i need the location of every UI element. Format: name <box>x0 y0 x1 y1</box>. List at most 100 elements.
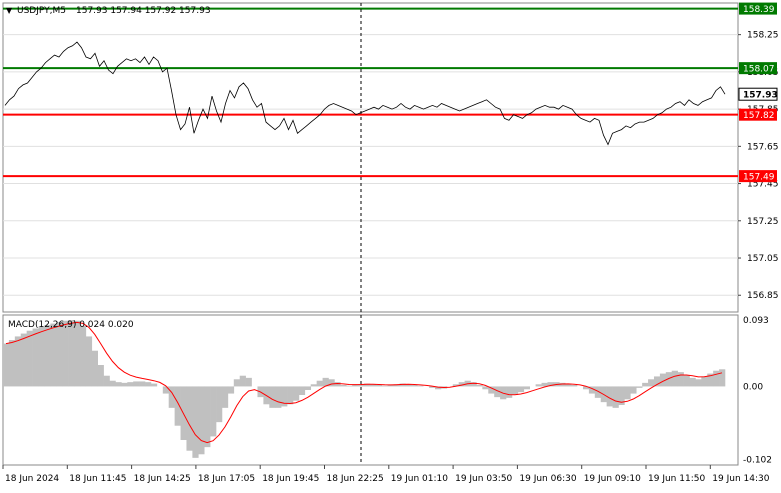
time-tick-label: 18 Jun 17:05 <box>198 474 255 484</box>
macd-histogram-bar <box>62 320 69 387</box>
macd-histogram-bar <box>44 325 51 387</box>
macd-histogram-bar <box>275 386 282 408</box>
macd-histogram-bar <box>269 386 276 408</box>
macd-histogram-bar <box>56 322 63 387</box>
macd-histogram-bar <box>239 375 246 387</box>
macd-histogram-bar <box>204 386 211 448</box>
macd-histogram-bar <box>79 325 87 387</box>
price-tick-label: 158.25 <box>747 31 779 41</box>
time-tick-label: 19 Jun 01:10 <box>391 474 448 484</box>
macd-histogram-bar <box>636 386 643 388</box>
macd-histogram-bar <box>381 385 388 387</box>
level-tag-label: 158.07 <box>743 65 775 75</box>
price-tick-label: 157.65 <box>747 142 779 152</box>
macd-histogram-bar <box>221 386 229 408</box>
macd-histogram-bar <box>506 386 513 398</box>
macd-histogram-bar <box>571 385 578 387</box>
macd-histogram-bar <box>642 382 649 387</box>
level-tag-label: 158.39 <box>743 5 775 15</box>
time-tick-label: 19 Jun 03:50 <box>455 474 512 484</box>
macd-histogram-bar <box>115 382 122 387</box>
time-tick-label: 19 Jun 09:10 <box>584 474 641 484</box>
macd-histogram-bar <box>50 323 57 387</box>
macd-histogram-bar <box>38 326 45 387</box>
macd-histogram-bar <box>671 370 678 387</box>
macd-histogram-bar <box>26 330 33 387</box>
macd-histogram-bar <box>648 379 655 387</box>
chart-ohlc: 157.93 157.94 157.92 157.93 <box>76 6 211 16</box>
macd-histogram-bar <box>287 386 294 405</box>
macd-histogram-bar <box>713 370 720 387</box>
macd-histogram-bar <box>328 379 335 387</box>
macd-histogram-bar <box>411 385 418 387</box>
macd-histogram-bar <box>3 343 10 387</box>
macd-histogram-bar <box>127 382 134 387</box>
trading-chart: 158.25158.05157.85157.65157.45157.25157.… <box>0 0 781 489</box>
macd-histogram-bar <box>304 386 312 390</box>
macd-tick-label: 0.093 <box>743 316 769 326</box>
symbol-dropdown-icon[interactable]: ▼ <box>6 6 13 15</box>
macd-histogram-bar <box>133 381 140 387</box>
macd-histogram-bar <box>216 386 223 423</box>
macd-histogram-bar <box>292 386 300 401</box>
macd-histogram-bar <box>186 386 193 451</box>
macd-histogram-bar <box>150 383 158 387</box>
time-tick-label: 19 Jun 11:50 <box>648 474 705 484</box>
macd-histogram-bar <box>719 369 726 387</box>
time-tick-label: 19 Jun 14:30 <box>712 474 769 484</box>
macd-histogram-bar <box>103 375 110 387</box>
macd-histogram-bar <box>340 385 347 387</box>
price-tick-label: 157.05 <box>747 254 779 264</box>
macd-histogram-bar <box>20 333 27 387</box>
macd-histogram-bar <box>245 377 252 387</box>
macd-histogram-bar <box>310 384 317 387</box>
macd-histogram-bar <box>316 380 323 387</box>
macd-histogram-bar <box>683 375 690 387</box>
macd-histogram-bar <box>476 385 483 387</box>
macd-histogram-bar <box>121 382 128 387</box>
macd-histogram-bar <box>417 385 424 387</box>
level-tag-label: 157.49 <box>743 173 775 183</box>
macd-tick-label: 0.00 <box>743 382 763 392</box>
macd-tick-label: -0.102 <box>743 455 772 465</box>
macd-histogram-bar <box>334 382 341 387</box>
macd-histogram-bar <box>298 386 306 395</box>
macd-histogram-bar <box>139 381 146 387</box>
macd-histogram-bar <box>14 336 22 387</box>
macd-histogram-bar <box>109 380 116 387</box>
time-tick-label: 18 Jun 22:25 <box>327 474 384 484</box>
level-tag-label: 157.82 <box>743 111 775 121</box>
time-tick-label: 18 Jun 19:45 <box>262 474 319 484</box>
macd-histogram-bar <box>689 377 696 387</box>
chart-symbol: USDJPY,M5 <box>17 6 66 16</box>
last-price-label: 157.93 <box>743 91 778 101</box>
price-tick-label: 156.85 <box>747 291 779 301</box>
macd-histogram-bar <box>97 365 104 387</box>
macd-histogram-bar <box>192 386 199 458</box>
macd-histogram-bar <box>210 386 217 437</box>
macd-histogram-bar <box>91 350 98 387</box>
time-tick-label: 19 Jun 06:30 <box>519 474 576 484</box>
macd-label: MACD(12,26,9) 0.024 0.020 <box>8 320 134 330</box>
macd-histogram-bar <box>352 385 359 387</box>
macd-histogram-bar <box>198 386 205 455</box>
macd-histogram-bar <box>227 386 235 394</box>
macd-histogram-bar <box>701 376 708 387</box>
macd-histogram-bar <box>145 382 152 387</box>
macd-histogram-bar <box>517 386 525 393</box>
time-tick-label: 18 Jun 11:45 <box>69 474 126 484</box>
time-tick-label: 18 Jun 14:25 <box>134 474 191 484</box>
macd-histogram-bar <box>85 336 93 387</box>
time-tick-label: 18 Jun 2024 <box>5 474 59 484</box>
macd-histogram-bar <box>470 382 477 387</box>
macd-histogram-bar <box>624 386 631 400</box>
macd-histogram-bar <box>162 386 170 394</box>
macd-histogram-bar <box>375 385 383 387</box>
chart-canvas: 158.25158.05157.85157.65157.45157.25157.… <box>0 0 781 489</box>
macd-histogram-bar <box>233 379 241 387</box>
macd-histogram-bar <box>523 386 531 390</box>
macd-histogram-bar <box>8 340 16 387</box>
macd-histogram-bar <box>695 379 702 387</box>
macd-histogram-bar <box>677 372 684 387</box>
macd-histogram-bar <box>612 386 619 408</box>
